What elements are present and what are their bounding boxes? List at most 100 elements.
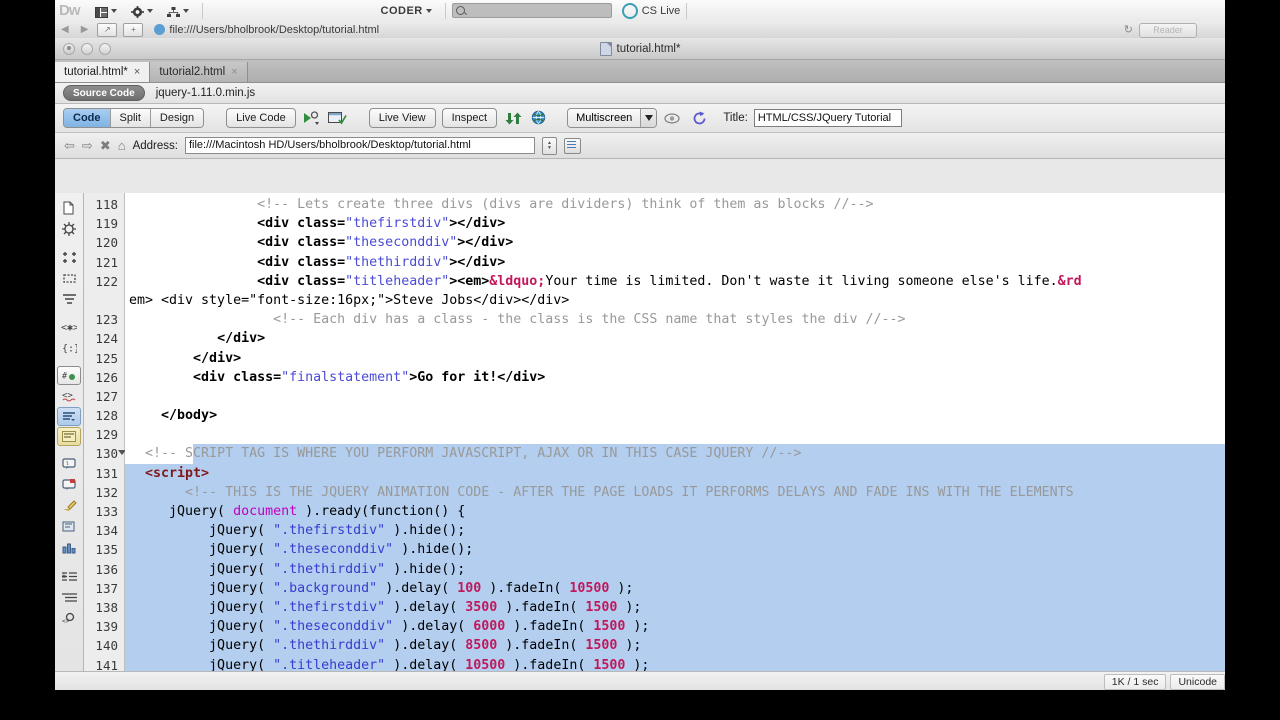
multiscreen-button[interactable]: Multiscreen <box>567 108 658 128</box>
forward-arrow-icon[interactable]: ⇨ <box>82 138 93 154</box>
chevron-down-icon[interactable] <box>640 109 657 127</box>
wrap-tag-icon[interactable]: ↴ <box>58 454 80 474</box>
browser-forward-icon[interactable]: ▶ <box>75 24 95 35</box>
code-line[interactable]: <div class="thethirddiv"></div> <box>125 253 1225 272</box>
code-line[interactable]: jQuery( ".theseconddiv" ).hide(); <box>125 540 1225 560</box>
format-source-code-icon[interactable]: <> <box>58 608 80 628</box>
line-number: 124 <box>95 331 118 347</box>
address-label: Address: <box>132 139 178 152</box>
code-line[interactable]: </div> <box>125 349 1225 368</box>
code-line[interactable]: <!-- THIS IS THE JQUERY ANIMATION CODE -… <box>125 482 1225 502</box>
minimize-window-button[interactable] <box>81 42 93 55</box>
view-design-button[interactable]: Design <box>150 109 204 127</box>
extend-settings-button[interactable] <box>124 0 160 21</box>
show-code-navigator-icon[interactable] <box>58 219 80 239</box>
inspect-button[interactable]: Inspect <box>441 108 498 128</box>
browser-url-text[interactable]: file:///Users/bholbrook/Desktop/tutorial… <box>169 24 379 36</box>
source-code-button[interactable]: Source Code <box>63 85 145 101</box>
related-file-jquery[interactable]: jquery-1.11.0.min.js <box>156 87 256 99</box>
code-line[interactable]: <div class="theseconddiv"></div> <box>125 233 1225 252</box>
select-parent-tag-icon[interactable]: <✱> <box>58 317 80 337</box>
code-line[interactable]: <script> <box>125 463 1225 483</box>
view-switcher[interactable]: Code Split Design <box>63 108 205 128</box>
code-line[interactable]: jQuery( ".theseconddiv" ).delay( 6000 ).… <box>125 617 1225 637</box>
address-input[interactable] <box>184 137 535 154</box>
coder-workspace-button[interactable]: CODER <box>374 0 439 21</box>
site-menu-button[interactable] <box>160 0 196 21</box>
view-split-button[interactable]: Split <box>110 109 151 127</box>
code-line[interactable] <box>125 387 1225 406</box>
site-hierarchy-icon <box>166 5 180 17</box>
file-manage-icon[interactable] <box>563 137 581 154</box>
code-line[interactable]: <!-- SCRIPT TAG IS WHERE YOU PERFORM JAV… <box>125 444 1225 464</box>
layout-menu-button[interactable] <box>88 0 124 21</box>
code-line[interactable]: jQuery( ".thefirstdiv" ).delay( 3500 ).f… <box>125 597 1225 618</box>
code-line[interactable]: jQuery( ".background" ).delay( 100 ).fad… <box>125 578 1225 598</box>
code-line[interactable]: jQuery( ".thethirddiv" ).delay( 8500 ).f… <box>125 636 1225 656</box>
indent-code-icon[interactable]: ± <box>58 566 80 586</box>
back-arrow-icon[interactable]: ⇦ <box>64 138 75 154</box>
code-line[interactable]: jQuery( document ).ready(function() { <box>125 502 1225 522</box>
apply-comment-icon[interactable] <box>57 407 81 426</box>
expand-all-icon[interactable] <box>58 289 80 309</box>
letterbox-bottom <box>0 690 1280 720</box>
view-code-button[interactable]: Code <box>64 109 111 127</box>
live-code-button[interactable]: Live Code <box>226 108 296 128</box>
reader-button[interactable]: Reader <box>1139 23 1197 38</box>
search-input[interactable] <box>451 3 612 18</box>
window-controls[interactable] <box>63 42 111 55</box>
code-line[interactable]: <div class="thefirstdiv"></div> <box>125 214 1225 233</box>
code-line[interactable]: jQuery( ".thethirddiv" ).hide(); <box>125 559 1225 579</box>
code-line[interactable]: <!-- Each div has a class - the class is… <box>125 310 1225 329</box>
database-icon[interactable] <box>58 538 80 558</box>
add-tab-icon[interactable]: + <box>123 22 144 37</box>
edit-tag-icon[interactable] <box>58 517 80 537</box>
close-icon[interactable]: × <box>231 66 237 78</box>
code-line[interactable] <box>125 425 1225 444</box>
code-line[interactable]: <div class="titleheader"><em>&ldquo;Your… <box>125 272 1225 291</box>
stepper-icon[interactable]: ▲ ▼ <box>541 136 557 155</box>
refresh-icon[interactable] <box>689 109 709 127</box>
browser-back-icon[interactable]: ◀ <box>55 24 75 35</box>
code-line[interactable]: <!-- Lets create three divs (divs are di… <box>125 195 1225 214</box>
highlight-invalid-code-icon[interactable]: <> <box>58 386 80 406</box>
globe-icon[interactable] <box>529 109 549 127</box>
multiscreen-label: Multiscreen <box>568 109 641 127</box>
code-line[interactable]: </div> <box>125 329 1225 348</box>
browser-preview-icon[interactable] <box>328 109 348 127</box>
visual-aids-icon[interactable] <box>663 109 683 127</box>
open-documents-icon[interactable] <box>58 198 80 218</box>
live-code-debug-icon[interactable] <box>302 109 322 127</box>
move-or-convert-css-icon[interactable] <box>58 496 80 516</box>
collapse-selection-icon[interactable] <box>58 268 80 288</box>
page-title-input[interactable] <box>753 109 902 127</box>
file-transfer-icon[interactable] <box>503 109 523 127</box>
outdent-code-icon[interactable] <box>58 587 80 607</box>
code-line[interactable]: <div class="finalstatement">Go for it!</… <box>125 368 1225 387</box>
collapse-full-tag-icon[interactable]: ↕ <box>58 247 80 267</box>
live-view-button[interactable]: Live View <box>368 108 436 128</box>
home-icon[interactable]: ⌂ <box>118 138 126 153</box>
code-line[interactable]: jQuery( ".thefirstdiv" ).hide(); <box>125 521 1225 541</box>
window-title-text: tutorial.html* <box>616 42 681 55</box>
share-icon[interactable]: ↗ <box>97 22 118 37</box>
remove-comment-icon[interactable] <box>57 427 81 446</box>
tab-tutorial-html[interactable]: tutorial.html* × <box>55 62 151 82</box>
reload-icon[interactable]: ↻ <box>1124 23 1133 36</box>
line-number: 136 <box>95 561 118 577</box>
balance-braces-icon[interactable]: {:} <box>58 338 80 358</box>
tab-tutorial2-html[interactable]: tutorial2.html × <box>150 62 248 82</box>
encoding-status[interactable]: Unicode <box>1170 673 1225 690</box>
line-numbers-icon[interactable]: # <box>57 366 81 385</box>
stop-icon[interactable]: ✖ <box>100 138 111 154</box>
zoom-window-button[interactable] <box>99 42 111 55</box>
line-number: 129 <box>95 427 118 443</box>
close-window-button[interactable] <box>63 42 75 55</box>
code-line[interactable]: </body> <box>125 406 1225 425</box>
code-content-area[interactable]: <!-- Lets create three divs (divs are di… <box>125 193 1225 671</box>
close-icon[interactable]: × <box>134 66 140 78</box>
code-line[interactable]: jQuery( ".titleheader" ).delay( 10500 ).… <box>125 655 1225 671</box>
code-line[interactable]: em> <div style="font-size:16px;">Steve J… <box>125 291 1225 310</box>
recent-snippets-icon[interactable] <box>58 475 80 495</box>
cs-live-button[interactable]: CS Live <box>612 2 680 19</box>
